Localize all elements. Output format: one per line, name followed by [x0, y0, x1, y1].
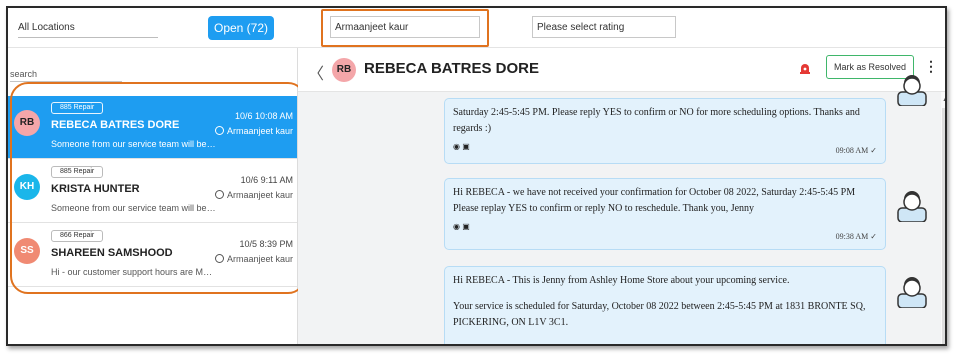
location-select[interactable]: All Locations	[18, 18, 158, 38]
bot-avatar-icon	[897, 75, 927, 106]
message-line: Hi REBECA - we have not received your co…	[453, 187, 856, 198]
message-time: 09:38 AM ✓	[835, 232, 877, 241]
message-action-icons[interactable]: ◉ ▣	[453, 219, 877, 235]
app-window: All Locations Open (72) Armaanjeet kaur …	[6, 6, 947, 346]
message-bubble: Saturday 2:45-5:45 PM. Please reply YES …	[444, 98, 886, 164]
filter-bar: All Locations Open (72) Armaanjeet kaur …	[8, 8, 945, 48]
scrollbar-thumb[interactable]	[942, 108, 945, 344]
alarm-icon[interactable]	[798, 61, 812, 75]
avatar: RB	[332, 58, 356, 82]
chat-header: 〈 RB REBECA BATRES DORE Mark as Resolved…	[298, 48, 945, 92]
agent-filter-input[interactable]: Armaanjeet kaur	[330, 16, 480, 38]
chat-panel: 〈 RB REBECA BATRES DORE Mark as Resolved…	[298, 48, 945, 344]
conversation-list-highlight	[10, 82, 306, 294]
scroll-up-icon[interactable]: ▲	[942, 96, 945, 103]
message-bubble: Hi REBECA - This is Jenny from Ashley Ho…	[444, 266, 886, 344]
bot-avatar-icon	[897, 277, 927, 308]
search-input[interactable]: search	[10, 66, 122, 82]
contact-name: REBECA BATRES DORE	[364, 60, 540, 77]
message-action-icons[interactable]: ◉ ▣	[453, 139, 877, 155]
bot-avatar-icon	[897, 191, 927, 222]
message-line: Your service is scheduled for Saturday, …	[453, 301, 866, 312]
open-count-button[interactable]: Open (72)	[208, 16, 274, 40]
message-line: Saturday 2:45-5:45 PM. Please reply YES …	[453, 107, 860, 118]
message-line: Hi REBECA - This is Jenny from Ashley Ho…	[453, 275, 790, 286]
message-line: Please replay YES to confirm or reply NO…	[453, 203, 755, 214]
message-line: regards :)	[453, 123, 492, 134]
back-icon[interactable]: 〈	[308, 60, 324, 84]
rating-select[interactable]: Please select rating	[532, 16, 676, 38]
message-time: 09:08 AM ✓	[835, 146, 877, 155]
message-bubble: Hi REBECA - we have not received your co…	[444, 178, 886, 250]
message-line: PICKERING, ON L1V 3C1.	[453, 317, 569, 328]
